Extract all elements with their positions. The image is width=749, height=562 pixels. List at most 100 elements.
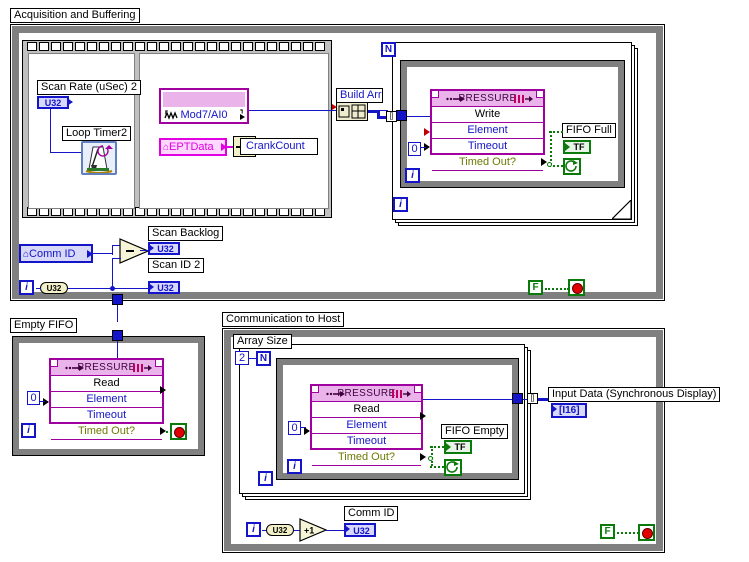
- wire-iter-branch-up: [112, 258, 113, 289]
- increment-icon[interactable]: +1: [299, 518, 327, 542]
- comm-id-indicator-arrow: [346, 526, 350, 532]
- array-size-label: Array Size: [233, 334, 292, 349]
- write-timeout-constant[interactable]: 0: [408, 142, 421, 156]
- fifo-empty-arrow: [446, 443, 451, 451]
- input-data-label: Input Data (Synchronous Display): [548, 387, 721, 402]
- comm-for-loop-count-terminal[interactable]: N: [256, 351, 271, 366]
- comm-id-control[interactable]: ⌂Comm ID: [19, 244, 93, 263]
- fifo-bars-icon: [133, 364, 152, 372]
- comm-fifo-timeout-constant[interactable]: 0: [288, 421, 301, 435]
- comm-fifo-element-out-arrow: [420, 412, 426, 420]
- scan-id-label: Scan ID 2: [148, 258, 205, 273]
- empty-fifo-timeout-in-arrow: [43, 398, 49, 406]
- scan-backlog-label: Scan Backlog: [148, 226, 224, 241]
- comm-for-loop-out-tunnel[interactable]: []: [527, 393, 538, 404]
- array-size-constant[interactable]: 2: [235, 351, 249, 365]
- fifo-full-arrow: [565, 143, 570, 151]
- wire-iter-to-scanid: [68, 288, 148, 289]
- empty-fifo-tunnel[interactable]: [112, 330, 123, 341]
- communication-frame-label: Communication to Host: [222, 312, 345, 327]
- comm-id-iteration-terminal[interactable]: i: [246, 522, 261, 537]
- comm-id-arrow: [87, 250, 93, 258]
- fifo-flow-icon: [446, 96, 465, 102]
- pressure-write-row-2: Timeout: [432, 139, 543, 155]
- comm-for-loop-iteration-terminal[interactable]: i: [258, 471, 273, 486]
- crankcount-label: CrankCount: [240, 138, 318, 155]
- wire-read-to-tunnel: [423, 399, 513, 400]
- acquisition-stop-false-constant[interactable]: F: [528, 280, 543, 295]
- empty-fifo-row-3: Timed Out?: [51, 424, 162, 440]
- wire-commid-up: [112, 245, 113, 255]
- pressure-write-fifo-node[interactable]: PRESSURE Write Element Timeout Timed Out…: [430, 89, 545, 171]
- comm-loop-stop-terminal[interactable]: [638, 524, 655, 541]
- acquisition-bottom-tunnel[interactable]: [112, 294, 123, 305]
- write-loop-fold-corner: [612, 200, 632, 220]
- wire-emptyfifo-timedout-stop: [166, 431, 172, 433]
- scan-rate-arrow: [67, 98, 73, 106]
- eptdata-label: EPTData: [169, 141, 214, 153]
- fifo-bars-icon: [514, 95, 533, 103]
- svg-text:+1: +1: [304, 526, 314, 536]
- wire-comm-timedout-to-cond: [430, 466, 444, 468]
- pressure-write-element-input-arrow: [424, 128, 430, 136]
- comm-fifo-row-3: Timed Out?: [312, 450, 421, 466]
- eptdata-control[interactable]: ⌂EPTData: [159, 138, 227, 156]
- comm-fifo-row-1: Element: [312, 418, 421, 434]
- scan-rate-label: Scan Rate (uSec) 2: [37, 80, 141, 95]
- wire-iter-to-sub: [112, 258, 121, 259]
- metronome-icon[interactable]: [81, 141, 117, 175]
- scan-rate-terminal[interactable]: U32: [37, 96, 69, 109]
- fifo-flow-icon: [326, 391, 345, 397]
- acquisition-frame-label: Acquisition and Buffering: [10, 8, 140, 23]
- write-loop-condition-terminal[interactable]: [563, 158, 581, 175]
- empty-fifo-element-out-arrow: [160, 386, 166, 394]
- wire-false-to-stop: [545, 288, 569, 290]
- wire-sub-to-backlog: [140, 250, 149, 251]
- wire-timedout-branch: [550, 131, 552, 165]
- scan-u32-conversion[interactable]: U32: [40, 282, 68, 294]
- wire-commid-out: [93, 253, 113, 254]
- comm-loop-condition-terminal[interactable]: [444, 459, 462, 476]
- subtract-icon[interactable]: [119, 238, 149, 264]
- build-array-label: Build Arr: [336, 88, 383, 103]
- boolean-branch-junction: [547, 162, 552, 167]
- loop-timer-label: Loop Timer2: [62, 126, 132, 141]
- iteration-branch-junction: [110, 286, 115, 291]
- fifo-empty-label: FIFO Empty: [441, 424, 509, 439]
- comm-fifo-row-2: Timeout: [312, 434, 421, 450]
- pressure-write-row-1: Element: [432, 123, 543, 139]
- write-loop-count-terminal[interactable]: N: [381, 42, 396, 57]
- comm-boolean-junction: [428, 456, 433, 461]
- pressure-read-fifo-node-comm[interactable]: PRESSURE Read Element Timeout Timed Out?: [310, 384, 423, 466]
- write-loop-inner-iteration[interactable]: i: [405, 168, 420, 183]
- block-diagram-canvas: Acquisition and Buffering Scan Rate (uSe…: [0, 0, 749, 562]
- comm-fifo-timedout-out-arrow: [420, 453, 426, 461]
- wire-comm-false-to-stop: [617, 532, 639, 534]
- empty-fifo-row-1: Element: [51, 392, 162, 408]
- write-loop-iteration-terminal[interactable]: i: [393, 197, 408, 212]
- fifo-flow-icon: [65, 365, 84, 371]
- wire-down-to-emptyfifo: [117, 305, 118, 322]
- empty-fifo-stop-terminal[interactable]: [170, 423, 187, 440]
- comm-inner-loop-out-tunnel[interactable]: [512, 393, 523, 404]
- input-data-arrow: [553, 406, 557, 412]
- scan-backlog-arrow: [150, 245, 154, 251]
- io-node-mod7-ai0[interactable]: Mod7/AI0 ┏ ┓: [159, 88, 249, 124]
- comm-inner-iteration-terminal[interactable]: i: [287, 459, 302, 474]
- wire-scanrate-timer-h: [50, 152, 82, 153]
- fifo-bars-icon: [392, 390, 411, 398]
- scan-iteration-terminal[interactable]: i: [19, 280, 34, 295]
- empty-fifo-iteration-terminal[interactable]: i: [21, 423, 36, 438]
- pressure-read-fifo-node-empty[interactable]: PRESSURE Read Element Timeout Timed Out?: [49, 358, 164, 440]
- comm-stop-false-constant[interactable]: F: [600, 524, 615, 539]
- comm-id-label: Comm ID: [29, 248, 76, 260]
- acquisition-loop-stop-terminal[interactable]: [568, 279, 585, 296]
- comm-fifo-timeout-in-arrow: [304, 427, 310, 435]
- comm-id-u32-conversion[interactable]: U32: [266, 524, 294, 536]
- empty-fifo-row-0: Read: [51, 376, 162, 392]
- write-loop-tunnel[interactable]: [396, 110, 407, 121]
- empty-fifo-frame-label: Empty FIFO: [10, 318, 78, 333]
- pressure-write-row-0: Write: [432, 107, 543, 123]
- build-array-node[interactable]: [336, 102, 368, 121]
- timed-loop-pane-right: [139, 53, 329, 209]
